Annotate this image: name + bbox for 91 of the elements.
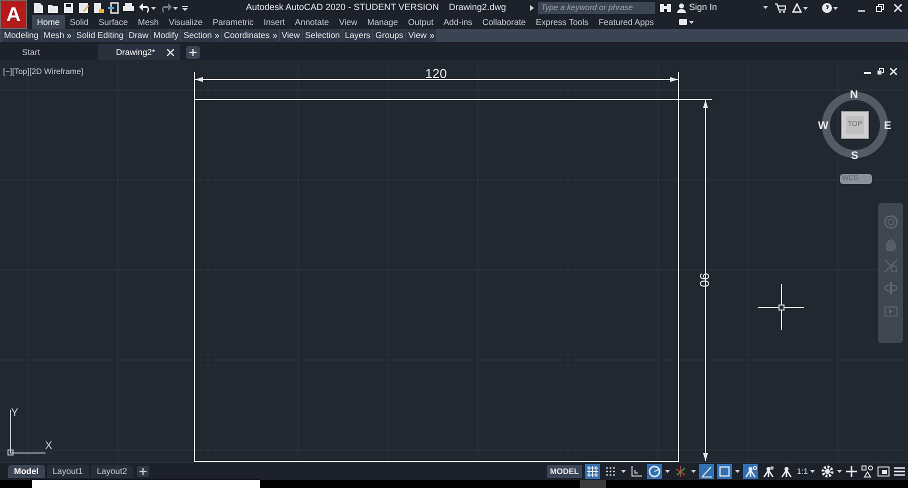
search-field[interactable]: Type a keyword or phrase bbox=[538, 2, 655, 14]
expand-icon bbox=[430, 34, 434, 38]
ribbon-tab[interactable]: Parametric bbox=[208, 15, 259, 29]
ribbon-tab[interactable]: Output bbox=[402, 15, 438, 29]
app-logo[interactable]: A bbox=[0, 0, 27, 29]
figure-plus-icon[interactable] bbox=[760, 464, 776, 479]
print-icon[interactable] bbox=[123, 2, 134, 14]
expand-icon bbox=[272, 34, 277, 38]
triangle-icon[interactable] bbox=[792, 2, 808, 12]
share-icon[interactable] bbox=[108, 2, 119, 14]
panel-button[interactable]: Modify bbox=[151, 29, 180, 42]
layout-tab[interactable]: Model bbox=[8, 465, 45, 478]
settings-icon[interactable] bbox=[821, 465, 834, 478]
axis-label: Y bbox=[11, 406, 18, 421]
window-title: Autodesk AutoCAD 2020 - STUDENT VERSION bbox=[246, 0, 439, 14]
save-as-icon[interactable] bbox=[78, 2, 89, 14]
ribbon-tab[interactable]: Home bbox=[32, 15, 65, 29]
panel-button[interactable]: Groups bbox=[373, 29, 406, 42]
ribbon-tab[interactable]: Manage bbox=[362, 15, 403, 29]
plus-icon[interactable] bbox=[845, 465, 858, 478]
annotation-scale-button[interactable]: 1:1 bbox=[796, 466, 815, 478]
caret-icon[interactable] bbox=[837, 470, 842, 474]
ribbon-tab[interactable]: Collaborate bbox=[477, 15, 531, 29]
panel-button[interactable]: View bbox=[280, 29, 302, 42]
caret-icon[interactable] bbox=[762, 6, 768, 10]
save-icon[interactable] bbox=[63, 2, 74, 14]
expand-icon[interactable] bbox=[530, 4, 534, 10]
panel-button[interactable]: Section bbox=[181, 29, 221, 42]
panel-button[interactable]: Solid Editing bbox=[74, 29, 126, 42]
taskbar-item bbox=[580, 480, 606, 488]
object-snap-icon[interactable] bbox=[716, 464, 740, 479]
publish-icon[interactable] bbox=[93, 2, 104, 14]
file-tab[interactable]: Drawing2* bbox=[98, 44, 180, 60]
panel-button[interactable]: Draw bbox=[126, 29, 150, 42]
panel-button[interactable]: Coordinates bbox=[222, 29, 279, 42]
file-name: Drawing2.dwg bbox=[448, 0, 506, 14]
panel-button[interactable]: Mesh bbox=[42, 29, 74, 42]
binoculars-icon[interactable] bbox=[660, 2, 671, 12]
compass-letter[interactable]: E bbox=[884, 118, 892, 134]
ribbon-tab[interactable]: Solid bbox=[64, 15, 94, 29]
ribbon-tab[interactable]: Mesh bbox=[132, 15, 164, 29]
right-angle-icon[interactable] bbox=[628, 464, 644, 479]
expand-icon bbox=[214, 34, 219, 38]
ribbon-tab[interactable]: Express Tools bbox=[530, 15, 594, 29]
fullscreen-icon[interactable] bbox=[877, 465, 890, 478]
caret-icon bbox=[810, 470, 815, 474]
viewport-label[interactable]: [−][Top][2D Wireframe] bbox=[3, 66, 84, 78]
close-icon[interactable] bbox=[890, 68, 897, 75]
model-space-button[interactable]: MODEL bbox=[546, 465, 582, 478]
dimension-text: 120 bbox=[425, 66, 447, 81]
figure-icon[interactable] bbox=[778, 464, 794, 479]
layout-tab[interactable]: Layout1 bbox=[46, 465, 89, 478]
grid-icon[interactable] bbox=[584, 464, 600, 479]
layout-tab[interactable]: Layout2 bbox=[90, 465, 134, 478]
ribbon-tab[interactable]: View bbox=[334, 15, 362, 29]
panel-button[interactable]: Modeling bbox=[2, 29, 40, 42]
ribbon-tab[interactable]: Add-ins bbox=[438, 15, 478, 29]
ribbon-tab[interactable]: Featured Apps bbox=[594, 15, 659, 29]
ribbon-tab[interactable]: Annotate bbox=[290, 15, 334, 29]
compass-letter[interactable]: N bbox=[850, 87, 858, 104]
user-icon bbox=[676, 2, 686, 12]
redo-icon[interactable] bbox=[160, 2, 178, 14]
ribbon-tab[interactable]: Insert bbox=[258, 15, 290, 29]
panel-button[interactable]: View bbox=[406, 29, 436, 42]
sign-in-button[interactable]: Sign In bbox=[676, 0, 717, 14]
figure-icon[interactable] bbox=[742, 464, 758, 479]
undo-icon[interactable] bbox=[138, 2, 156, 14]
polar-tracking-icon[interactable] bbox=[646, 464, 670, 479]
compass-ring bbox=[820, 90, 890, 160]
ucs-icon bbox=[8, 410, 46, 456]
restore-icon[interactable] bbox=[876, 4, 884, 12]
new-tab-icon[interactable] bbox=[186, 46, 200, 59]
new-file-icon[interactable] bbox=[33, 2, 44, 14]
menu-icon[interactable] bbox=[893, 465, 906, 478]
panel-button[interactable]: Selection bbox=[302, 29, 342, 42]
close-icon[interactable] bbox=[894, 4, 902, 12]
shapes-icon[interactable] bbox=[861, 465, 874, 478]
panel-toggle-icon[interactable] bbox=[678, 19, 694, 25]
new-layout-icon[interactable] bbox=[137, 466, 150, 477]
compass-letter[interactable]: S bbox=[851, 148, 858, 164]
panel-button[interactable]: Layers bbox=[342, 29, 372, 42]
cart-icon[interactable] bbox=[774, 2, 786, 12]
angle-icon[interactable] bbox=[698, 464, 714, 479]
compass-letter[interactable]: W bbox=[818, 118, 828, 134]
close-icon[interactable] bbox=[167, 48, 174, 56]
restore-icon[interactable] bbox=[877, 68, 884, 75]
axis-label: X bbox=[45, 439, 52, 454]
expand-icon bbox=[67, 34, 72, 38]
crosshair-cursor bbox=[758, 284, 804, 330]
ribbon-tab[interactable]: Surface bbox=[94, 15, 133, 29]
ribbon-tab[interactable]: Visualize bbox=[164, 15, 208, 29]
